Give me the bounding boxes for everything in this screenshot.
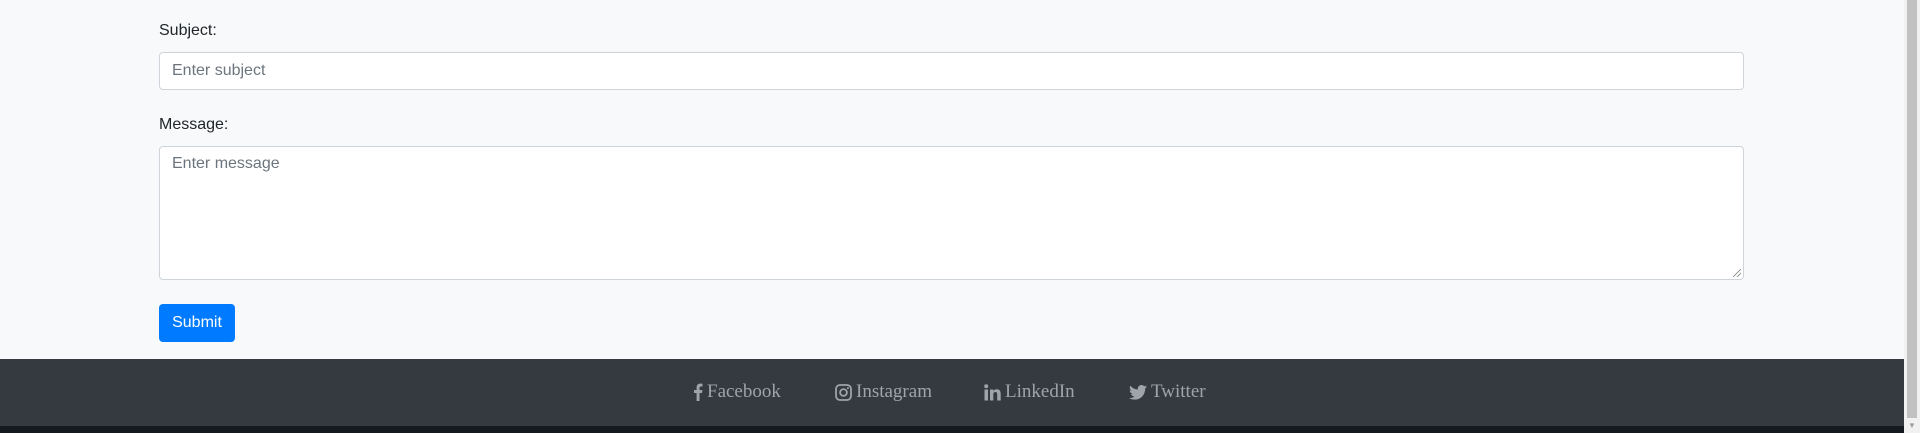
footer-link-facebook[interactable]: Facebook (693, 381, 781, 403)
message-placeholder: Enter message (172, 155, 280, 172)
instagram-icon (835, 383, 852, 401)
submit-button[interactable]: Submit (159, 304, 235, 342)
twitter-icon (1129, 384, 1147, 400)
page-bottom-strip (0, 426, 1904, 433)
subject-placeholder: Enter subject (172, 62, 266, 79)
scroll-down-arrow-icon[interactable]: ▼ (1908, 421, 1916, 430)
subject-label: Subject: (159, 22, 217, 39)
linkedin-icon (984, 383, 1001, 400)
message-textarea[interactable]: Enter message (159, 146, 1744, 280)
footer-link-label: LinkedIn (1005, 381, 1075, 402)
scrollbar[interactable]: ▼ (1904, 0, 1920, 433)
message-label: Message: (159, 116, 229, 133)
footer-link-label: Facebook (707, 381, 781, 402)
footer-link-label: Twitter (1151, 381, 1206, 402)
footer-link-instagram[interactable]: Instagram (835, 381, 932, 403)
facebook-icon (694, 383, 703, 401)
resize-handle[interactable] (1733, 269, 1741, 277)
footer-link-linkedin[interactable]: LinkedIn (984, 381, 1075, 403)
footer-link-label: Instagram (856, 381, 932, 402)
footer-link-twitter[interactable]: Twitter (1129, 381, 1206, 403)
footer: Facebook Instagram LinkedIn Twitter (0, 359, 1904, 426)
subject-input[interactable]: Enter subject (159, 52, 1744, 90)
scrollbar-thumb[interactable] (1907, 0, 1917, 418)
